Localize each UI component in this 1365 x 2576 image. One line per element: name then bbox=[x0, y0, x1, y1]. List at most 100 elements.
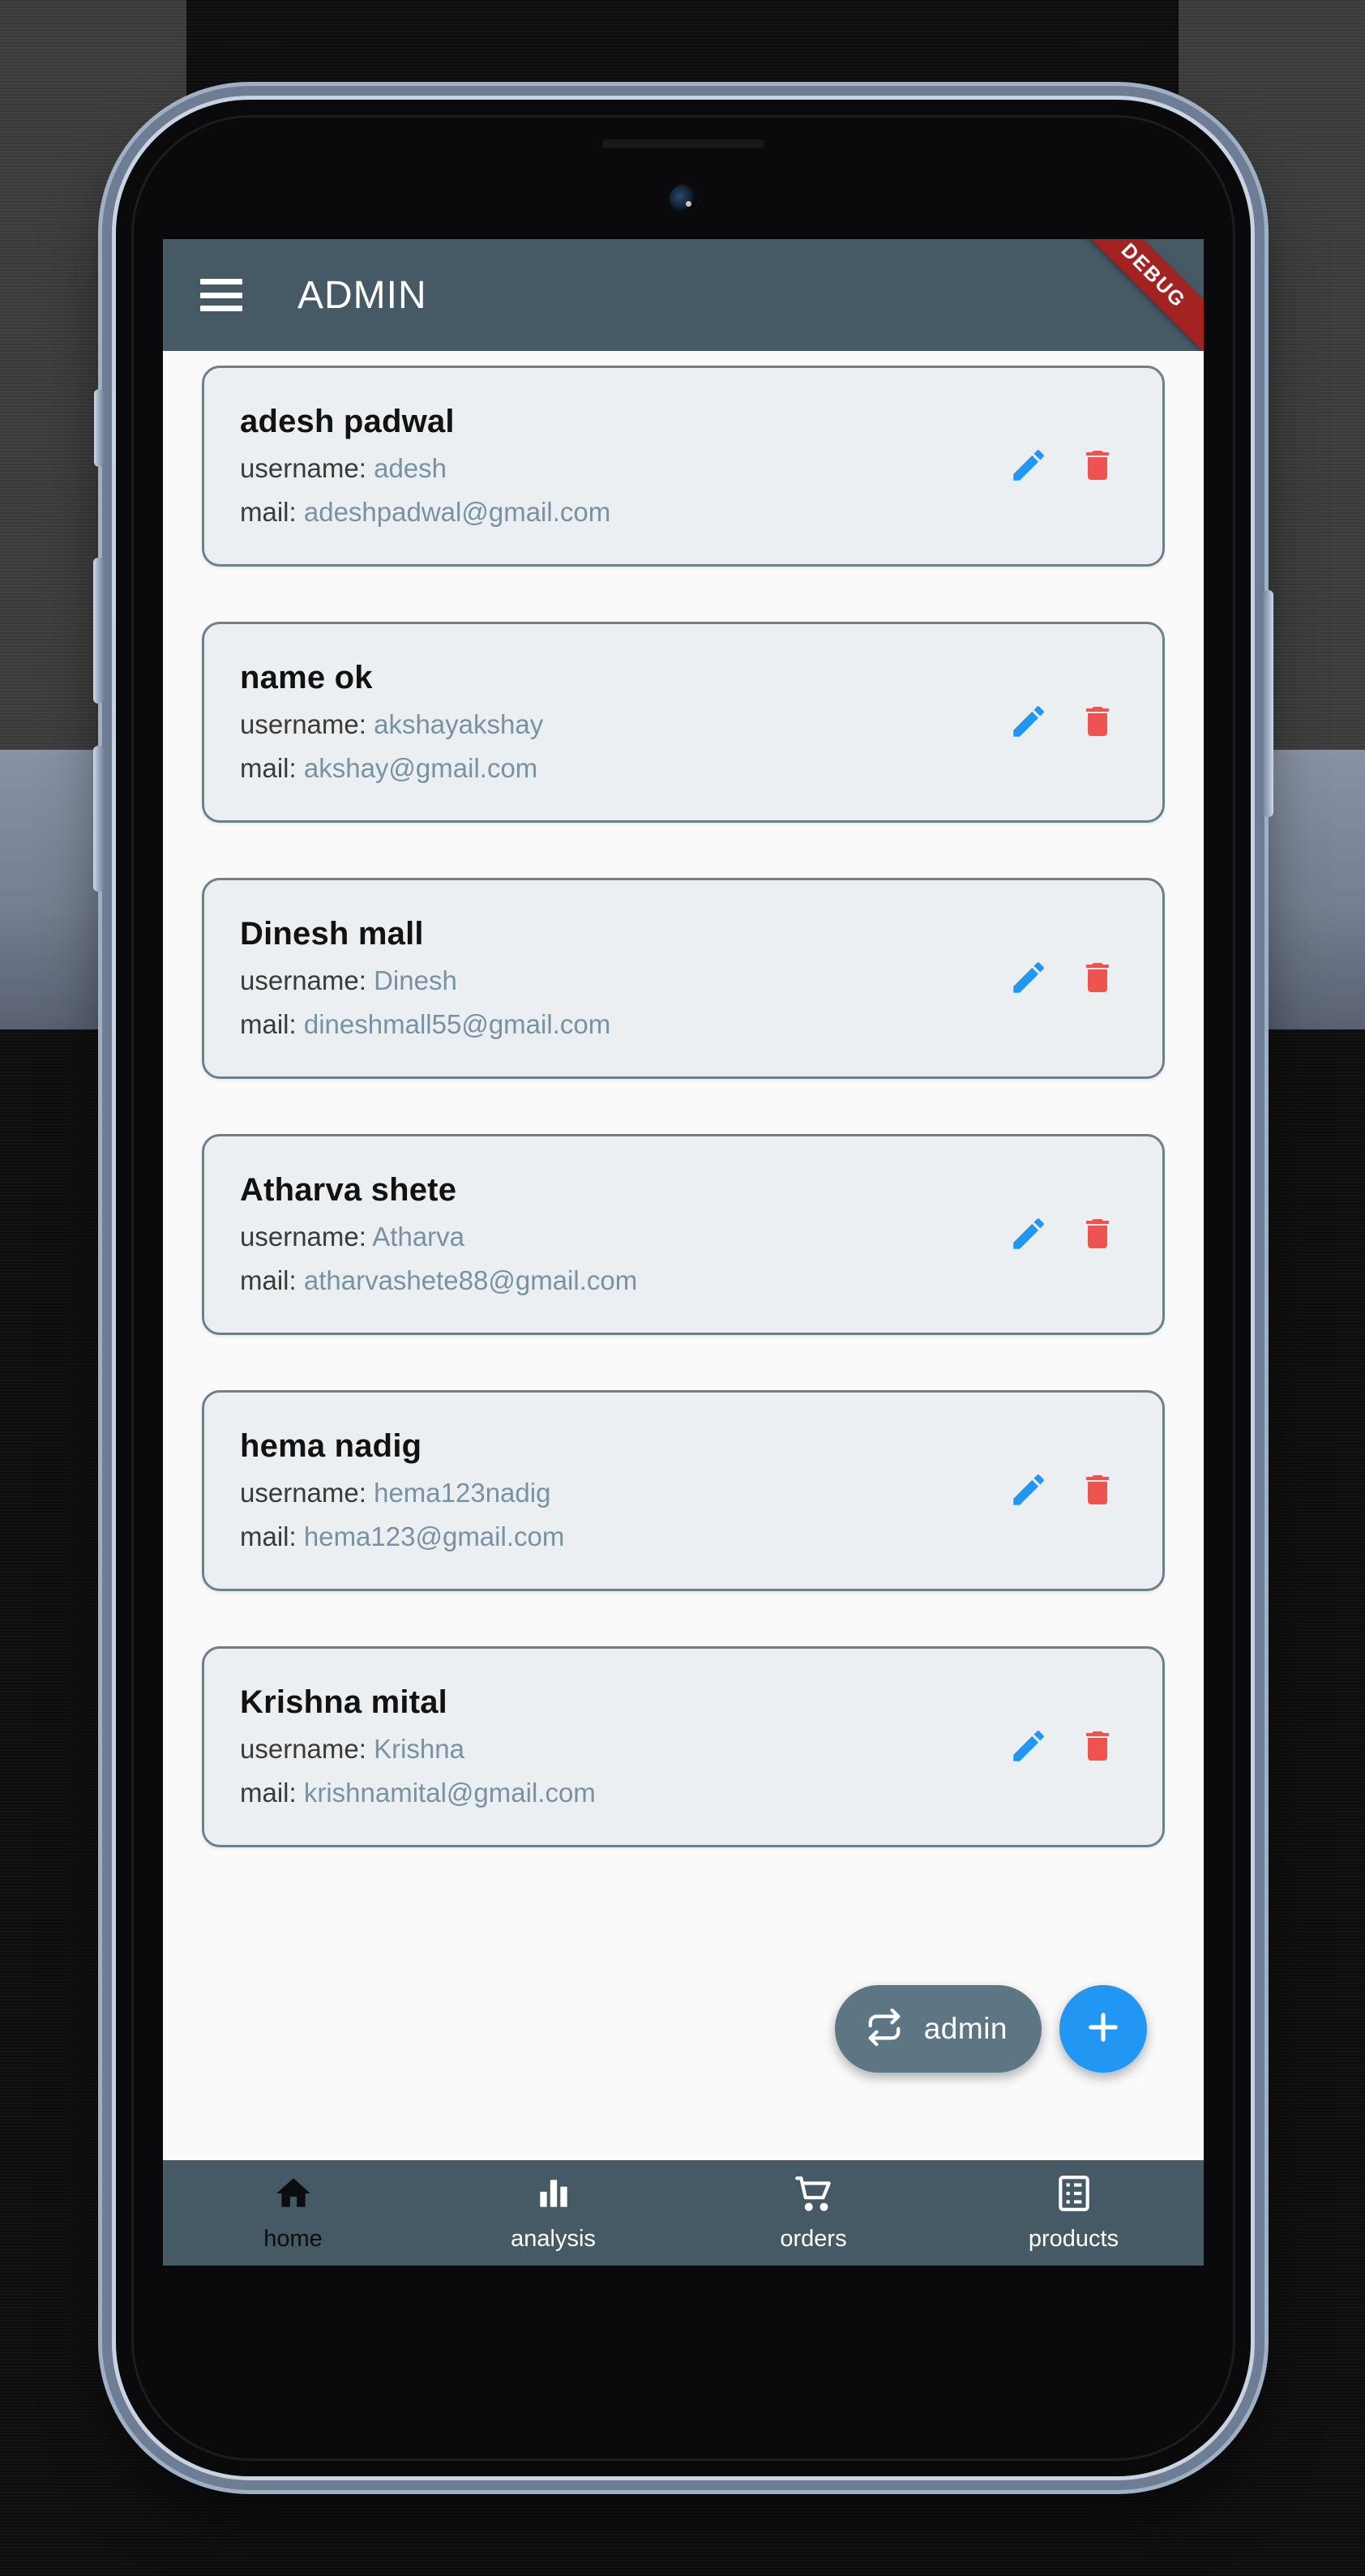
user-card-actions bbox=[1008, 1726, 1127, 1766]
phone-device-frame: ADMIN DEBUG adesh padwal username: adesh m… bbox=[93, 104, 1273, 2472]
volume-up-button[interactable] bbox=[93, 558, 104, 704]
edit-user-button[interactable] bbox=[1008, 1726, 1049, 1766]
add-user-fab[interactable] bbox=[1059, 1985, 1147, 2073]
username-value: hema123nadig bbox=[374, 1477, 551, 1508]
plus-icon bbox=[1082, 2006, 1124, 2052]
floating-action-button-group: admin bbox=[834, 1985, 1147, 2073]
username-value: Dinesh bbox=[374, 965, 457, 995]
user-card-actions bbox=[1008, 445, 1127, 486]
user-name: adesh padwal bbox=[240, 403, 455, 439]
hamburger-menu-icon[interactable] bbox=[200, 279, 242, 311]
user-mail-line: mail: dineshmall55@gmail.com bbox=[240, 1009, 610, 1040]
user-mail-line: mail: akshay@gmail.com bbox=[240, 753, 543, 784]
user-card-actions bbox=[1008, 701, 1127, 742]
list-grid-icon bbox=[1054, 2173, 1094, 2218]
edit-user-button[interactable] bbox=[1008, 701, 1049, 742]
user-card[interactable]: name ok username: akshayakshay mail: aksha… bbox=[202, 622, 1165, 823]
delete-user-button[interactable] bbox=[1078, 1470, 1117, 1509]
app-bar: ADMIN DEBUG bbox=[163, 239, 1204, 351]
user-card-info: Atharva shete username: Atharva mail: atha… bbox=[240, 1172, 637, 1296]
nav-item-label: analysis bbox=[511, 2226, 596, 2252]
user-username-line: username: adesh bbox=[240, 453, 610, 484]
nav-item-home[interactable]: home bbox=[163, 2173, 423, 2253]
user-card[interactable]: Krishna mital username: Krishna mail: kris… bbox=[202, 1646, 1165, 1847]
mail-value: akshay@gmail.com bbox=[303, 752, 538, 783]
page-title: ADMIN bbox=[297, 273, 427, 317]
delete-trash-icon bbox=[1078, 451, 1117, 488]
nav-item-products[interactable]: products bbox=[944, 2173, 1204, 2253]
bottom-navigation-bar: home analysis orders products bbox=[163, 2160, 1204, 2266]
edit-pencil-icon bbox=[1008, 1474, 1049, 1513]
user-name: Atharva shete bbox=[240, 1171, 457, 1208]
edit-pencil-icon bbox=[1008, 1218, 1049, 1257]
edit-user-button[interactable] bbox=[1008, 957, 1049, 998]
user-card-info: Krishna mital username: Krishna mail: kris… bbox=[240, 1684, 596, 1808]
delete-trash-icon bbox=[1078, 1219, 1117, 1256]
username-label: username: bbox=[240, 1221, 366, 1252]
user-username-line: username: Dinesh bbox=[240, 965, 610, 996]
user-name: hema nadig bbox=[240, 1427, 422, 1464]
username-value: akshayakshay bbox=[374, 708, 544, 739]
mail-label: mail: bbox=[240, 1521, 297, 1551]
user-name: Dinesh mall bbox=[240, 915, 424, 952]
mail-label: mail: bbox=[240, 1777, 297, 1808]
home-icon bbox=[273, 2173, 314, 2218]
admin-switch-fab[interactable]: admin bbox=[834, 1985, 1042, 2073]
mail-label: mail: bbox=[240, 1264, 297, 1295]
edit-user-button[interactable] bbox=[1008, 445, 1049, 486]
user-mail-line: mail: krishnamital@gmail.com bbox=[240, 1778, 596, 1808]
phone-screen: ADMIN DEBUG adesh padwal username: adesh m… bbox=[163, 239, 1204, 2266]
user-username-line: username: Atharva bbox=[240, 1222, 637, 1252]
user-card[interactable]: Dinesh mall username: Dinesh mail: dineshm… bbox=[202, 878, 1165, 1079]
username-label: username: bbox=[240, 1733, 366, 1764]
shopping-cart-icon bbox=[794, 2173, 834, 2218]
user-card[interactable]: adesh padwal username: adesh mail: adeshpa… bbox=[202, 366, 1165, 567]
nav-item-orders[interactable]: orders bbox=[683, 2173, 944, 2253]
delete-user-button[interactable] bbox=[1078, 702, 1117, 741]
user-card-info: adesh padwal username: adesh mail: adeshpa… bbox=[240, 404, 610, 528]
username-label: username: bbox=[240, 708, 366, 739]
front-camera bbox=[670, 185, 697, 212]
edit-pencil-icon bbox=[1008, 962, 1049, 1001]
delete-trash-icon bbox=[1078, 707, 1117, 744]
user-mail-line: mail: hema123@gmail.com bbox=[240, 1521, 564, 1552]
user-name: name ok bbox=[240, 659, 373, 695]
admin-switch-fab-label: admin bbox=[923, 2012, 1008, 2045]
mail-label: mail: bbox=[240, 752, 297, 783]
edit-pencil-icon bbox=[1008, 1731, 1049, 1769]
hamburger-bar bbox=[200, 292, 242, 298]
username-value: Atharva bbox=[372, 1221, 465, 1252]
nav-item-label: orders bbox=[780, 2226, 847, 2252]
volume-down-button[interactable] bbox=[93, 746, 104, 892]
edit-user-button[interactable] bbox=[1008, 1213, 1049, 1254]
delete-user-button[interactable] bbox=[1078, 1727, 1117, 1765]
username-label: username: bbox=[240, 1477, 366, 1508]
earpiece-speaker bbox=[602, 139, 764, 148]
username-value: Krishna bbox=[374, 1733, 464, 1764]
user-card-info: Dinesh mall username: Dinesh mail: dineshm… bbox=[240, 916, 610, 1040]
edit-pencil-icon bbox=[1008, 450, 1049, 489]
user-card[interactable]: Atharva shete username: Atharva mail: atha… bbox=[202, 1134, 1165, 1335]
username-label: username: bbox=[240, 965, 366, 995]
bar-chart-icon bbox=[533, 2173, 574, 2218]
mail-label: mail: bbox=[240, 1008, 297, 1039]
user-username-line: username: hema123nadig bbox=[240, 1478, 564, 1508]
user-mail-line: mail: atharvashete88@gmail.com bbox=[240, 1265, 637, 1296]
power-button[interactable] bbox=[1263, 590, 1273, 817]
user-card-info: hema nadig username: hema123nadig mail: he… bbox=[240, 1428, 564, 1552]
delete-user-button[interactable] bbox=[1078, 958, 1117, 997]
user-card-actions bbox=[1008, 1213, 1127, 1254]
delete-user-button[interactable] bbox=[1078, 1214, 1117, 1253]
delete-user-button[interactable] bbox=[1078, 446, 1117, 485]
user-username-line: username: Krishna bbox=[240, 1734, 596, 1765]
nav-item-analysis[interactable]: analysis bbox=[423, 2173, 683, 2253]
username-label: username: bbox=[240, 452, 366, 483]
edit-user-button[interactable] bbox=[1008, 1470, 1049, 1510]
debug-banner: DEBUG bbox=[1065, 239, 1204, 351]
user-list[interactable]: adesh padwal username: adesh mail: adeshpa… bbox=[163, 351, 1204, 2160]
mute-switch-button[interactable] bbox=[94, 389, 104, 467]
user-card[interactable]: hema nadig username: hema123nadig mail: he… bbox=[202, 1390, 1165, 1591]
user-card-actions bbox=[1008, 1470, 1127, 1510]
mail-value: krishnamital@gmail.com bbox=[303, 1777, 596, 1808]
delete-trash-icon bbox=[1078, 963, 1117, 1000]
